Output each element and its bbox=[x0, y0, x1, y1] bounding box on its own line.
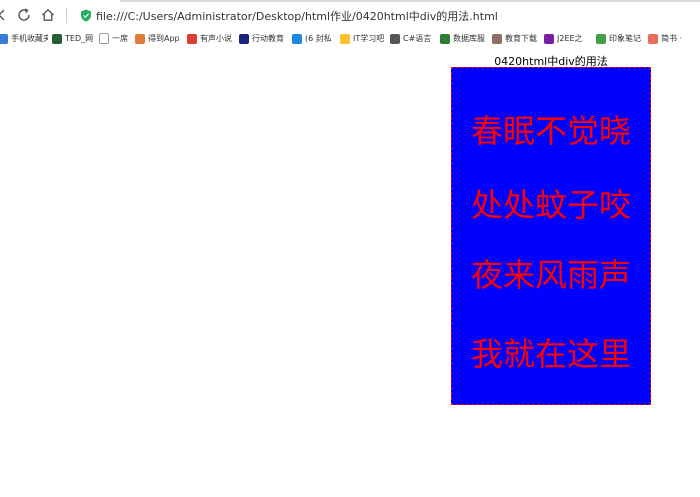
database-icon bbox=[440, 33, 450, 44]
dedao-icon bbox=[135, 33, 145, 44]
bookmark-label: 教育下载 bbox=[505, 34, 537, 43]
bookmark-label: C#语言 bbox=[403, 34, 432, 43]
shield-icon bbox=[81, 9, 91, 22]
home-button[interactable] bbox=[38, 5, 58, 25]
bookmark-label: (6 封私 bbox=[305, 34, 332, 43]
bookmark-yixi[interactable]: 一席 bbox=[99, 32, 131, 45]
bookmark-edu-download[interactable]: 教育下载 bbox=[492, 32, 540, 45]
address-divider bbox=[66, 8, 67, 23]
bookmark-label: IT学习吧 bbox=[353, 34, 384, 43]
bookmark-database[interactable]: 数据库服 bbox=[440, 32, 488, 45]
poem-line: 夜来风雨声 bbox=[470, 256, 631, 294]
refresh-icon bbox=[18, 8, 30, 21]
bookmark-audio-novel[interactable]: 有声小说 bbox=[187, 32, 235, 45]
mobile-icon bbox=[0, 33, 8, 44]
page-icon bbox=[99, 33, 109, 44]
bookmark-label: TED_网 bbox=[65, 34, 94, 43]
refresh-button[interactable] bbox=[14, 5, 34, 25]
bookmark-action-edu[interactable]: 行动教育 bbox=[239, 32, 287, 45]
bookmark-j2ee[interactable]: J2EE之 bbox=[544, 32, 590, 45]
bookmark-label: 简书 · bbox=[661, 34, 683, 43]
poem-line: 春眠不觉晓 bbox=[470, 112, 631, 150]
csharp-icon bbox=[390, 33, 400, 44]
download-icon bbox=[492, 33, 502, 44]
browser-toolbar: file:///C:/Users/Administrator/Desktop/h… bbox=[0, 0, 700, 30]
bookmarks-bar: 手机收藏夹 TED_网 一席 得到App 有声小说 行动教育 (6 封私 IT学… bbox=[0, 30, 700, 47]
it-icon bbox=[340, 33, 350, 44]
bookmark-label: 一席 bbox=[112, 34, 128, 43]
poem-line: 我就在这里 bbox=[470, 335, 631, 373]
bookmark-label: 有声小说 bbox=[200, 34, 232, 43]
toolbar-top-edge bbox=[120, 0, 700, 2]
bookmark-label: J2EE之 bbox=[557, 34, 583, 43]
back-button[interactable] bbox=[0, 5, 12, 25]
action-edu-icon bbox=[239, 33, 249, 44]
bookmark-mobile[interactable]: 手机收藏夹 bbox=[0, 32, 48, 45]
ted-icon bbox=[52, 33, 62, 44]
zhihu-icon bbox=[292, 33, 302, 44]
bookmark-label: 印象笔记 bbox=[609, 34, 641, 43]
poem-line: 处处蚊子咬 bbox=[470, 186, 631, 224]
bookmark-evernote[interactable]: 印象笔记 bbox=[596, 32, 644, 45]
poem-div-box: 春眠不觉晓 处处蚊子咬 夜来风雨声 我就在这里 bbox=[451, 67, 651, 405]
j2ee-icon bbox=[544, 33, 554, 44]
bookmark-label: 得到App bbox=[148, 34, 180, 43]
audio-icon bbox=[187, 33, 197, 44]
page-content: 0420html中div的用法 春眠不觉晓 处处蚊子咬 夜来风雨声 我就在这里 bbox=[0, 47, 700, 497]
bookmark-label: 数据库服 bbox=[453, 34, 485, 43]
bookmark-it-study[interactable]: IT学习吧 bbox=[340, 32, 384, 45]
bookmark-zhihu[interactable]: (6 封私 bbox=[292, 32, 338, 45]
bookmark-label: 手机收藏夹 bbox=[11, 34, 48, 43]
address-bar[interactable]: file:///C:/Users/Administrator/Desktop/h… bbox=[96, 8, 498, 24]
jianshu-icon bbox=[648, 33, 658, 44]
bookmark-ted[interactable]: TED_网 bbox=[52, 32, 94, 45]
bookmark-label: 行动教育 bbox=[252, 34, 284, 43]
bookmark-jianshu[interactable]: 简书 · bbox=[648, 32, 692, 45]
home-icon bbox=[42, 8, 54, 21]
back-arrow-icon bbox=[0, 9, 5, 21]
evernote-icon bbox=[596, 33, 606, 44]
bookmark-csharp[interactable]: C#语言 bbox=[390, 32, 436, 45]
bookmark-dedao[interactable]: 得到App bbox=[135, 32, 183, 45]
